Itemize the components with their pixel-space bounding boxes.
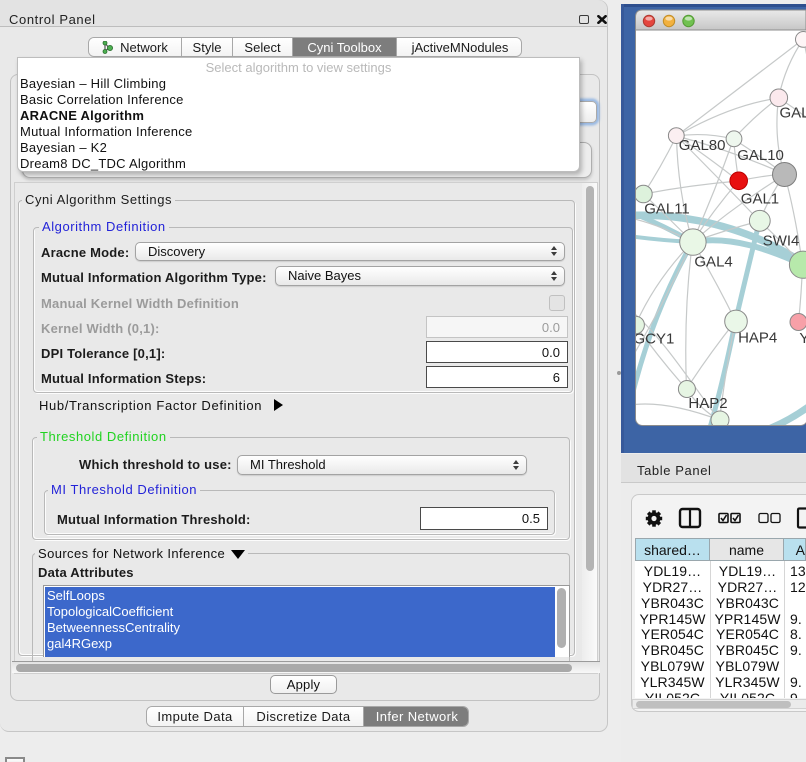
- svg-text:SWI4: SWI4: [763, 233, 800, 250]
- svg-text:HAP2: HAP2: [688, 395, 727, 412]
- svg-text:GAL11: GAL11: [644, 201, 690, 218]
- svg-text:GCY1: GCY1: [634, 331, 675, 348]
- svg-text:GAL4: GAL4: [694, 254, 732, 271]
- svg-text:HAP4: HAP4: [738, 330, 777, 347]
- svg-text:YBR: YBR: [799, 330, 806, 347]
- svg-text:GAL1: GAL1: [741, 191, 779, 208]
- svg-text:GAL10: GAL10: [737, 147, 784, 164]
- svg-text:GAL2: GAL2: [780, 105, 806, 122]
- svg-text:GAL80: GAL80: [679, 137, 726, 154]
